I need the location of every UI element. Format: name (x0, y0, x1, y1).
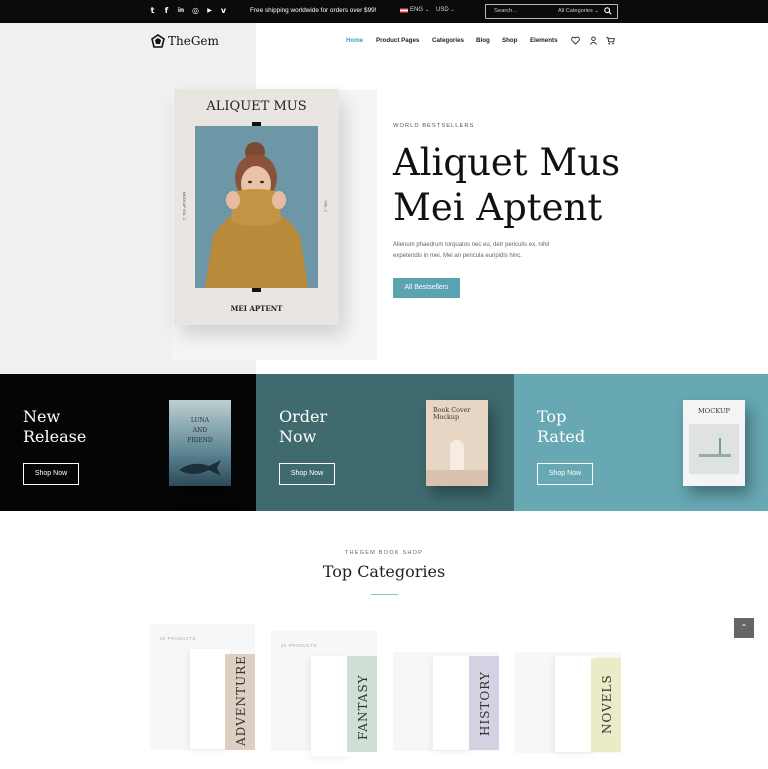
currency-label: USD (436, 7, 449, 13)
promo-book-title: Book Cover Mockup (433, 406, 471, 421)
search-category-select[interactable]: All Categories ⌄ (558, 8, 599, 14)
plant-illustration (719, 438, 721, 454)
chevron-up-icon: ⌃ (740, 623, 748, 632)
search-icon[interactable] (604, 7, 612, 15)
all-bestsellers-button[interactable]: All Bestsellers (393, 278, 460, 298)
promo-title-line-2: Now (279, 427, 317, 446)
promo-title-line-1: Top (537, 407, 567, 426)
book-spine-left-text: MOCKUP VOL. 1 (181, 192, 186, 220)
hero-book-title: ALIQUET MUS (206, 99, 307, 114)
book-spine-right-text: VOL. 2 (323, 200, 328, 212)
promo-order-now: Order Now Shop Now Book Cover Mockup (256, 374, 514, 511)
whale-illustration (179, 460, 221, 476)
user-icon[interactable] (589, 36, 598, 45)
logo[interactable]: TheGem (151, 34, 219, 48)
logo-text: TheGem (168, 34, 219, 48)
nav-blog[interactable]: Blog (476, 37, 490, 44)
category-card-history[interactable]: HISTORY (393, 652, 499, 751)
gem-logo-icon (151, 34, 165, 48)
heart-icon[interactable] (571, 36, 580, 45)
category-spine: NOVELS (591, 658, 621, 752)
promo-new-release: New Release Shop Now LUNA AND FRIEND NOV… (0, 374, 256, 511)
promo-title: Top Rated (537, 407, 637, 447)
woman-portrait-illustration (195, 126, 318, 288)
category-spine: FANTASY (347, 656, 377, 752)
top-bar: t f in ◎ ▶ v Free shipping worldwide for… (0, 0, 768, 23)
shop-now-button[interactable]: Shop Now (23, 463, 79, 485)
scroll-to-top-button[interactable]: ⌃ (734, 618, 754, 638)
book-pages (555, 656, 595, 752)
shop-now-button[interactable]: Shop Now (279, 463, 335, 485)
promo-title: Order Now (279, 407, 379, 447)
hero-title: Aliquet Mus Mei Aptent (393, 140, 620, 230)
instagram-icon[interactable]: ◎ (192, 6, 199, 15)
nav-home[interactable]: Home (346, 37, 363, 44)
category-label: NOVELS (600, 674, 614, 734)
promo-title-line-1: New (23, 407, 61, 426)
category-spine: HISTORY (469, 656, 499, 750)
facebook-icon[interactable]: f (163, 6, 170, 15)
twitter-icon[interactable]: t (149, 6, 156, 15)
shipping-notice: Free shipping worldwide for orders over … (250, 7, 377, 14)
linkedin-icon[interactable]: in (177, 6, 185, 15)
category-card-adventure[interactable]: 20 PRODUCTS ADVENTURE (150, 624, 255, 750)
lamp-illustration (450, 440, 464, 470)
hero-book-subtitle: MEI APTENT (230, 304, 283, 313)
categories-kicker: THEGEM BOOK SHOP (344, 550, 424, 556)
social-links: t f in ◎ ▶ v (149, 6, 227, 15)
language-selector[interactable]: ENG ⌄ (400, 7, 429, 13)
category-spine: ADVENTURE (225, 654, 255, 750)
hero-title-line-2: Mei Aptent (393, 186, 603, 229)
promo-book-luna: LUNA AND FRIEND NOVEL (169, 400, 231, 486)
book-pages (311, 656, 351, 756)
cart-icon[interactable] (606, 36, 615, 45)
book-cover-floor (426, 470, 488, 486)
promo-book-cover-mockup: Book Cover Mockup (426, 400, 488, 486)
chevron-down-icon: ⌄ (450, 7, 455, 13)
hero-title-line-1: Aliquet Mus (393, 141, 621, 184)
hero-book-cover: ALIQUET MUS MEI APTENT MOCKUP VOL. 1 VOL… (174, 89, 339, 325)
youtube-icon[interactable]: ▶ (206, 6, 213, 15)
category-label: HISTORY (478, 671, 492, 736)
promo-title-line-1: Order (279, 407, 328, 426)
categories-divider (371, 594, 398, 595)
book-notch-bottom (252, 288, 261, 292)
search-category-label: All Categories (558, 8, 593, 14)
promo-book-mockup: MOCKUP (683, 400, 745, 486)
search-box[interactable]: Search... All Categories ⌄ (485, 4, 618, 19)
category-card-fantasy[interactable]: 20 PRODUCTS FANTASY (271, 631, 377, 756)
currency-selector[interactable]: USD ⌄ (436, 7, 455, 13)
promo-title: New Release (23, 407, 123, 447)
hero-description: Alienum phaedrum torquatos nec eu, detr … (393, 242, 550, 259)
category-count: 20 PRODUCTS (160, 636, 196, 641)
book-pages (190, 649, 230, 749)
promo-title-line-2: Release (23, 427, 87, 446)
category-card-novels[interactable]: NOVELS (515, 652, 621, 753)
book-pages (433, 656, 473, 750)
promo-title-line-2: Rated (537, 427, 586, 446)
category-label: ADVENTURE (234, 655, 248, 746)
hero-kicker: WORLD BESTSELLERS (393, 123, 475, 129)
hero-book-photo (195, 126, 318, 288)
promo-book-title: MOCKUP (698, 407, 730, 415)
chevron-down-icon: ⌄ (425, 7, 430, 13)
uk-flag-icon (400, 7, 408, 13)
promo-book-photo (689, 424, 739, 474)
vimeo-icon[interactable]: v (220, 6, 227, 15)
categories-title: Top Categories (322, 562, 446, 581)
category-label: FANTASY (356, 674, 370, 740)
category-count: 20 PRODUCTS (281, 643, 317, 648)
nav-shop[interactable]: Shop (502, 37, 517, 44)
promo-top-rated: Top Rated Shop Now MOCKUP (514, 374, 768, 511)
table-illustration (699, 454, 731, 457)
promo-book-title: LUNA AND FRIEND (187, 417, 213, 444)
nav-categories[interactable]: Categories (432, 37, 464, 44)
language-label: ENG (410, 7, 424, 13)
nav-product-pages[interactable]: Product Pages (376, 37, 419, 44)
search-input[interactable]: Search... (494, 8, 517, 14)
nav-elements[interactable]: Elements (530, 37, 558, 44)
shop-now-button[interactable]: Shop Now (537, 463, 593, 485)
